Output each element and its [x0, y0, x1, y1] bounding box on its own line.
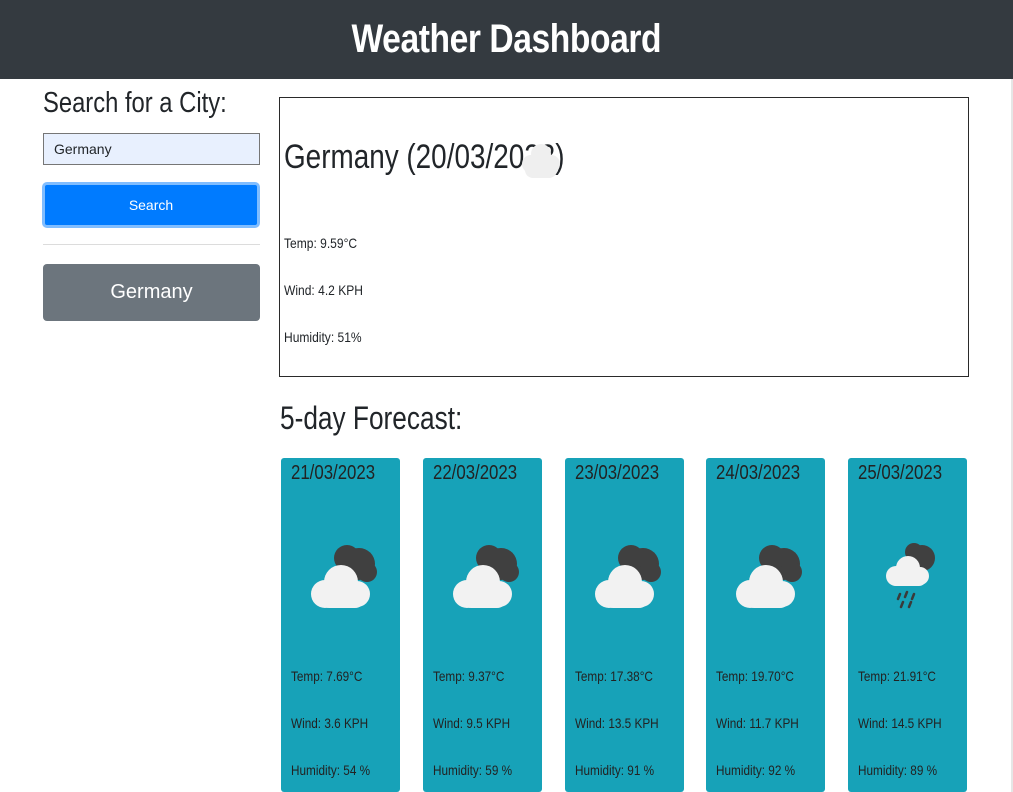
forecast-humidity: Humidity: 92 % [716, 762, 796, 778]
forecast-temp: Temp: 17.38°C [575, 668, 653, 684]
city-search-input[interactable] [43, 133, 260, 165]
broken-clouds-icon [453, 545, 519, 608]
forecast-humidity: Humidity: 54 % [291, 762, 371, 778]
forecast-temp: Temp: 9.37°C [433, 668, 505, 684]
forecast-wind: Wind: 9.5 KPH [433, 715, 511, 731]
forecast-date: 24/03/2023 [716, 462, 801, 484]
forecast-wind: Wind: 3.6 KPH [291, 715, 369, 731]
broken-clouds-icon [736, 545, 802, 608]
forecast-humidity: Humidity: 89 % [858, 762, 938, 778]
history-item-germany[interactable]: Germany [43, 264, 260, 321]
current-humidity: Humidity: 51% [284, 329, 362, 345]
forecast-wind: Wind: 14.5 KPH [858, 715, 942, 731]
forecast-humidity: Humidity: 59 % [433, 762, 513, 778]
forecast-date: 25/03/2023 [858, 462, 943, 484]
current-wind: Wind: 4.2 KPH [284, 282, 363, 298]
sidebar-divider [43, 244, 260, 245]
forecast-card: 25/03/2023 Temp: 21.91°C Wind: 14.5 KPH … [848, 458, 967, 792]
forecast-card: 24/03/2023 Temp: 19.70°C Wind: 11.7 KPH … [706, 458, 825, 792]
forecast-wind: Wind: 11.7 KPH [716, 715, 799, 731]
forecast-wind: Wind: 13.5 KPH [575, 715, 659, 731]
forecast-humidity: Humidity: 91 % [575, 762, 655, 778]
forecast-date: 22/03/2023 [433, 462, 518, 484]
search-heading: Search for a City: [43, 87, 227, 119]
rain-icon [886, 543, 935, 609]
forecast-date: 23/03/2023 [575, 462, 660, 484]
forecast-card: 21/03/2023 Temp: 7.69°C Wind: 3.6 KPH Hu… [281, 458, 400, 792]
search-button[interactable]: Search [42, 182, 260, 228]
broken-clouds-icon [311, 545, 377, 608]
forecast-card: 22/03/2023 Temp: 9.37°C Wind: 9.5 KPH Hu… [423, 458, 542, 792]
current-weather-card: Germany (20/03/2023) Temp: 9.59°C Wind: … [279, 97, 969, 377]
forecast-date: 21/03/2023 [291, 462, 376, 484]
page-title: Weather Dashboard [351, 17, 662, 61]
forecast-temp: Temp: 7.69°C [291, 668, 363, 684]
cloud-icon [522, 144, 560, 178]
top-bar: Weather Dashboard [0, 0, 1013, 79]
forecast-temp: Temp: 21.91°C [858, 668, 936, 684]
broken-clouds-icon [595, 545, 661, 608]
forecast-card: 23/03/2023 Temp: 17.38°C Wind: 13.5 KPH … [565, 458, 684, 792]
forecast-heading: 5-day Forecast: [280, 400, 463, 436]
forecast-temp: Temp: 19.70°C [716, 668, 794, 684]
current-temp: Temp: 9.59°C [284, 235, 358, 251]
